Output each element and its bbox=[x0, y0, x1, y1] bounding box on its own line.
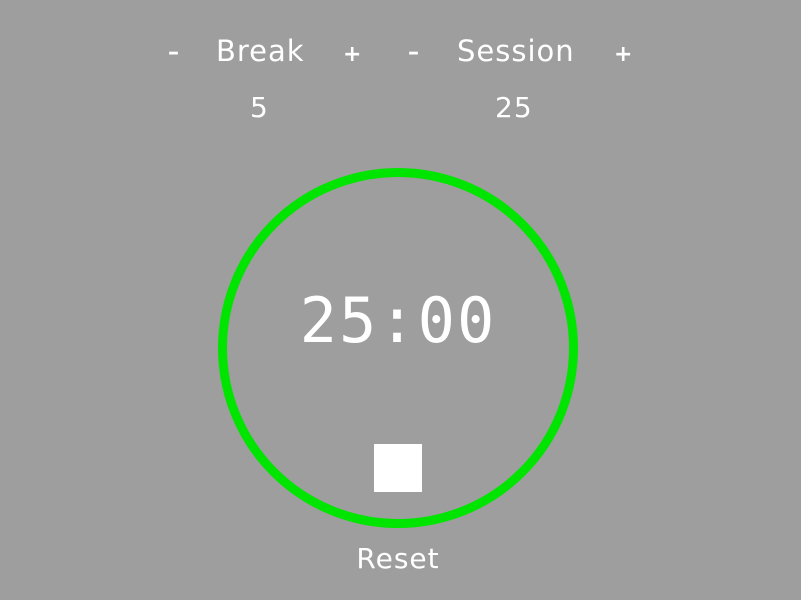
timer-display: 25:00 bbox=[299, 284, 497, 357]
pomodoro-app: – Break + 5 – Session + 25 25:00 Reset bbox=[0, 0, 801, 600]
session-label: Session bbox=[457, 34, 575, 68]
break-decrement-button[interactable]: – bbox=[168, 42, 179, 64]
session-length-value: 25 bbox=[495, 91, 533, 124]
break-length-value: 5 bbox=[250, 91, 269, 124]
break-label: Break bbox=[216, 34, 305, 68]
session-decrement-button[interactable]: – bbox=[408, 42, 419, 64]
reset-button[interactable]: Reset bbox=[340, 545, 456, 573]
break-increment-button[interactable]: + bbox=[343, 44, 361, 66]
session-increment-button[interactable]: + bbox=[614, 44, 632, 66]
stop-icon[interactable] bbox=[374, 444, 422, 492]
